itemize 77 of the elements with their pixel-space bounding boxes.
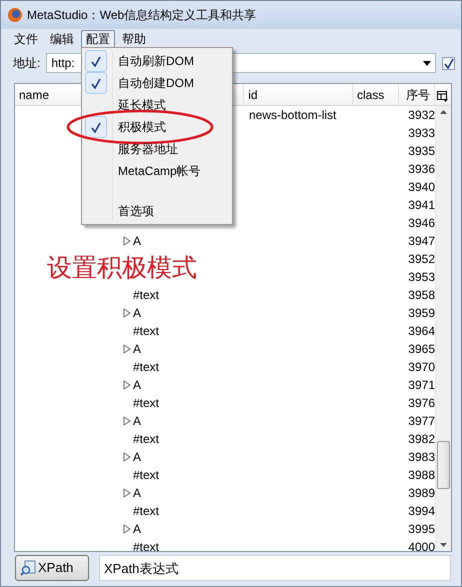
menu-item[interactable]: 配置	[81, 30, 115, 48]
sequence-number: 4000	[408, 540, 435, 551]
node-name[interactable]: A	[133, 376, 142, 394]
sequence-number: 3940	[408, 180, 435, 194]
node-id: news-bottom-list	[249, 108, 336, 122]
menu-item[interactable]: 自动刷新DOM	[118, 52, 194, 70]
expand-icon[interactable]	[123, 452, 131, 462]
sequence-number: 3965	[408, 342, 435, 356]
node-name[interactable]: #text	[133, 538, 160, 551]
expand-icon[interactable]	[123, 236, 131, 246]
menu-item[interactable]: 首选项	[118, 202, 154, 220]
sequence-number: 3977	[408, 414, 435, 428]
sequence-number: 3971	[408, 378, 435, 392]
node-name[interactable]: #text	[133, 502, 160, 520]
node-name[interactable]: #text	[133, 466, 160, 484]
expand-icon[interactable]	[123, 488, 131, 498]
sequence-number: 3941	[408, 198, 435, 212]
sequence-number: 3933	[408, 126, 435, 140]
sequence-number: 3947	[408, 234, 435, 248]
menu-item[interactable]: 编辑	[45, 30, 79, 48]
sequence-number: 3982	[408, 432, 435, 446]
node-name[interactable]: A	[133, 412, 142, 430]
column-header[interactable]: class	[352, 84, 400, 105]
node-name[interactable]: A	[133, 520, 142, 538]
xpath-button[interactable]: XPath	[15, 555, 89, 581]
column-header[interactable]: 序号	[399, 84, 436, 105]
sequence-number: 3995	[408, 522, 435, 536]
menu-item[interactable]: 服务器地址	[118, 140, 178, 158]
sequence-number: 3958	[408, 288, 435, 302]
search-icon	[20, 560, 36, 576]
menu-item[interactable]: MetaCamp帐号	[118, 162, 201, 180]
xpath-field[interactable]: XPath表达式	[99, 555, 451, 581]
node-name[interactable]: A	[133, 304, 142, 322]
dropdown-arrow-icon[interactable]	[423, 60, 431, 66]
sequence-number: 3946	[408, 216, 435, 230]
node-name[interactable]: #text	[133, 358, 160, 376]
sequence-number: 3970	[408, 360, 435, 374]
checkbox[interactable]	[442, 56, 455, 70]
sequence-number: 3964	[408, 324, 435, 338]
node-name[interactable]: #text	[133, 394, 160, 412]
scroll-down-icon[interactable]	[440, 543, 447, 547]
node-name[interactable]: #text	[133, 322, 160, 340]
sequence-number: 3932	[408, 108, 435, 122]
node-name[interactable]: #text	[133, 430, 160, 448]
node-name[interactable]: A	[133, 448, 142, 466]
expand-icon[interactable]	[123, 380, 131, 390]
sequence-number: 3959	[408, 306, 435, 320]
address-label: 地址:	[13, 55, 40, 72]
app-icon	[7, 7, 23, 23]
expand-icon[interactable]	[123, 308, 131, 318]
expand-icon[interactable]	[123, 344, 131, 354]
sequence-number: 3936	[408, 162, 435, 176]
menu-item[interactable]: 延长模式	[118, 96, 166, 114]
menu-item[interactable]: 帮助	[117, 30, 151, 48]
sequence-number: 3983	[408, 450, 435, 464]
scrollbar-thumb[interactable]	[437, 441, 450, 489]
menu-item[interactable]: 自动创建DOM	[118, 74, 194, 92]
expand-icon[interactable]	[123, 524, 131, 534]
sequence-number: 3935	[408, 144, 435, 158]
expand-icon[interactable]	[123, 416, 131, 426]
column-header[interactable]: id	[244, 84, 353, 105]
scroll-up-icon[interactable]	[440, 110, 447, 114]
sequence-number: 3976	[408, 396, 435, 410]
node-name[interactable]: A	[133, 484, 142, 502]
menu-item[interactable]: 文件	[9, 30, 43, 48]
sequence-number: 3994	[408, 504, 435, 518]
node-name[interactable]: A	[133, 340, 142, 358]
sequence-number: 3988	[408, 468, 435, 482]
annotation-text: 设置积极模式	[47, 253, 197, 283]
node-name[interactable]: #text	[133, 286, 160, 304]
sequence-number: 3952	[408, 252, 435, 266]
node-name[interactable]: A	[133, 232, 142, 250]
window-title: MetaStudio：Web信息结构定义工具和共享	[27, 7, 256, 24]
menu-item[interactable]: 积极模式	[118, 118, 166, 136]
sequence-number: 3953	[408, 270, 435, 284]
scrollbar[interactable]	[435, 106, 451, 551]
sequence-number: 3989	[408, 486, 435, 500]
